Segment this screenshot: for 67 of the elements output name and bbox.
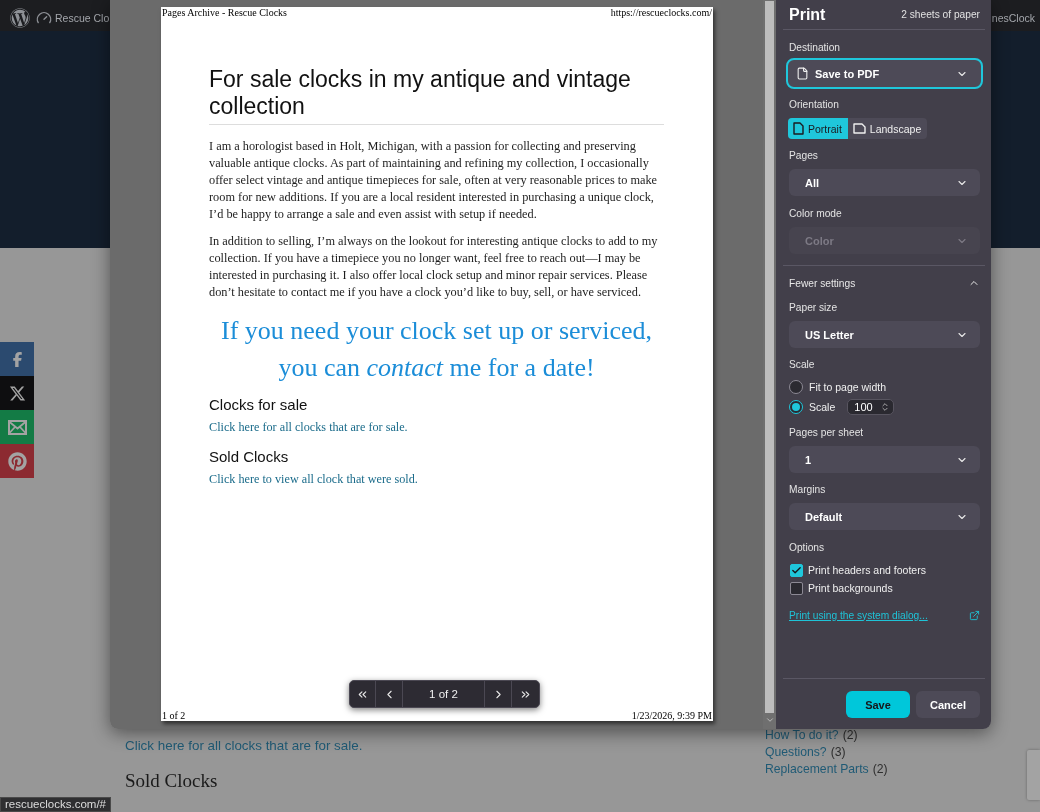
share-button[interactable] bbox=[0, 342, 34, 376]
landscape-page-icon bbox=[852, 123, 866, 134]
external-link-icon[interactable] bbox=[969, 609, 980, 621]
orientation-option[interactable]: Portrait bbox=[788, 118, 848, 139]
x-logo-icon bbox=[8, 384, 26, 402]
page-counter: 1 of 2 bbox=[403, 681, 485, 707]
callout-heading: If you need your clock set up or serviced, you can contact me for a date! bbox=[220, 314, 653, 384]
checkbox[interactable] bbox=[790, 563, 803, 577]
page-title: For sale clocks in my antique and vintage collection bbox=[209, 66, 632, 120]
orientation-option[interactable]: Landscape bbox=[847, 118, 928, 139]
section-link[interactable]: Click here to view all clock that were sold. bbox=[209, 471, 418, 488]
body-paragraph: In addition to selling, I’m always on the lookout for interesting antique clocks to add to my collection. If you have a timepiece you no longer want, feel free to reach out—I may be interested in purchasing it. I also offer local clock setup and minor repair services. Please don’t hesitate to contact me if you have a clock you’d like to buy, sell, or have serviced. bbox=[209, 232, 659, 301]
spinner-icon[interactable] bbox=[880, 401, 891, 412]
paper-size-select[interactable]: US Letter bbox=[789, 321, 980, 348]
section-heading: Sold Clocks bbox=[125, 770, 218, 792]
category-count: (2) bbox=[842, 727, 858, 744]
share-button[interactable] bbox=[0, 444, 34, 478]
section-heading: Sold Clocks bbox=[209, 447, 289, 466]
sheet-count: 2 sheets of paper bbox=[901, 9, 980, 20]
field-label: Options bbox=[789, 541, 826, 555]
status-bar-url: rescueclocks.com/# bbox=[0, 797, 111, 812]
field-label: Pages bbox=[789, 149, 819, 163]
system-dialog-link[interactable]: Print using the system dialog... bbox=[789, 609, 928, 621]
scrollbar-thumb[interactable] bbox=[765, 1, 774, 713]
page-footer-date: 1/23/2026, 9:39 PM bbox=[631, 710, 712, 721]
page-header-url: https://rescueclocks.com/ bbox=[610, 7, 712, 18]
field-label: Pages per sheet bbox=[789, 426, 865, 440]
page-icon bbox=[793, 122, 804, 135]
corner-badge bbox=[1027, 750, 1040, 800]
pages-select[interactable]: All bbox=[789, 169, 980, 196]
field-label: Orientation bbox=[789, 98, 840, 112]
field-label: Destination bbox=[789, 41, 841, 55]
section-heading: Clocks for sale bbox=[209, 395, 308, 414]
share-button[interactable] bbox=[0, 376, 34, 410]
checkbox-label[interactable]: Print headers and footers bbox=[808, 564, 926, 576]
margins-select[interactable]: Default bbox=[789, 503, 980, 530]
checkbox-label[interactable]: Print backgrounds bbox=[808, 582, 893, 594]
site-name-link[interactable]: Rescue Clo bbox=[55, 11, 110, 25]
section-link[interactable]: Click here for all clocks that are for sale. bbox=[209, 419, 408, 436]
checkbox[interactable] bbox=[790, 581, 803, 595]
gauge-icon[interactable] bbox=[36, 10, 52, 26]
field-label: Paper size bbox=[789, 301, 839, 315]
account-link[interactable]: nesClock bbox=[991, 11, 1035, 25]
page-footer-number: 1 of 2 bbox=[162, 710, 186, 721]
page-header-text: Pages Archive - Rescue Clocks bbox=[162, 7, 287, 18]
radio-button[interactable] bbox=[789, 379, 803, 394]
envelope-icon bbox=[7, 419, 27, 435]
field-label: Scale bbox=[789, 358, 816, 372]
category-count: (3) bbox=[830, 744, 846, 761]
scale-input[interactable]: 100 bbox=[847, 398, 895, 415]
dialog-title: Print bbox=[789, 4, 826, 25]
field-label: Color mode bbox=[789, 207, 843, 221]
document-icon bbox=[796, 67, 809, 80]
category-count: (2) bbox=[872, 761, 888, 778]
destination-select[interactable]: Save to PDF bbox=[786, 58, 983, 89]
radio-label[interactable]: Fit to page width bbox=[809, 380, 887, 393]
pages-per-sheet-select[interactable]: 1 bbox=[789, 446, 980, 473]
checkmark-icon bbox=[791, 564, 802, 576]
field-label: Margins bbox=[789, 483, 827, 497]
radio-button[interactable] bbox=[789, 399, 803, 414]
w-logo-icon[interactable] bbox=[10, 8, 30, 28]
cancel-button[interactable]: Cancel bbox=[916, 691, 980, 718]
settings-toggle[interactable]: Fewer settings bbox=[789, 276, 980, 290]
radio-label[interactable]: Scale bbox=[809, 400, 836, 413]
p-logo-icon bbox=[7, 451, 27, 471]
body-paragraph: I am a horologist based in Holt, Michigan, with a passion for collecting and preserving valuable antique clocks. As part of maintaining and refining my collection, I occasionally offer select vintage and antique timepieces for sale, often at very reasonable prices to make room for new additions. If you are a local resident interested in purchasing a unique clock, I’d be happy to arrange a sale and even assist with setup if needed. bbox=[209, 138, 659, 223]
save-button[interactable]: Save bbox=[846, 691, 910, 718]
